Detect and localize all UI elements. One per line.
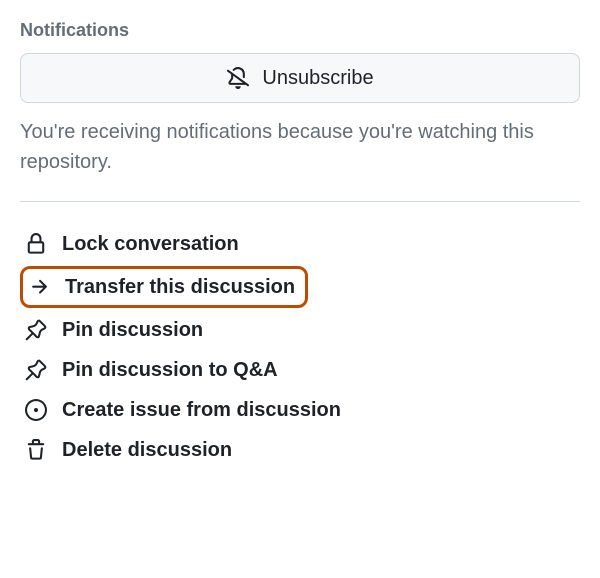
pin-discussion-category-action[interactable]: Pin discussion to Q&A <box>20 350 580 390</box>
notifications-description: You're receiving notifications because y… <box>20 117 580 177</box>
action-list: Lock conversation Transfer this discussi… <box>20 224 580 470</box>
issue-icon <box>24 398 48 422</box>
create-issue-label: Create issue from discussion <box>62 399 341 422</box>
section-divider <box>20 201 580 202</box>
pin-icon <box>24 358 48 382</box>
notifications-header: Notifications <box>20 20 580 41</box>
pin-discussion-action[interactable]: Pin discussion <box>20 310 580 350</box>
delete-discussion-action[interactable]: Delete discussion <box>20 430 580 470</box>
unsubscribe-button[interactable]: Unsubscribe <box>20 53 580 103</box>
pin-icon <box>24 318 48 342</box>
lock-conversation-label: Lock conversation <box>62 233 239 256</box>
transfer-discussion-action[interactable]: Transfer this discussion <box>20 266 308 308</box>
pin-discussion-label: Pin discussion <box>62 319 203 342</box>
delete-discussion-label: Delete discussion <box>62 439 232 462</box>
bell-slash-icon <box>226 66 250 90</box>
unsubscribe-label: Unsubscribe <box>262 67 373 90</box>
lock-conversation-action[interactable]: Lock conversation <box>20 224 580 264</box>
pin-discussion-category-label: Pin discussion to Q&A <box>62 359 278 382</box>
arrow-right-icon <box>27 275 51 299</box>
lock-icon <box>24 232 48 256</box>
trash-icon <box>24 438 48 462</box>
create-issue-action[interactable]: Create issue from discussion <box>20 390 580 430</box>
transfer-discussion-label: Transfer this discussion <box>65 276 295 299</box>
